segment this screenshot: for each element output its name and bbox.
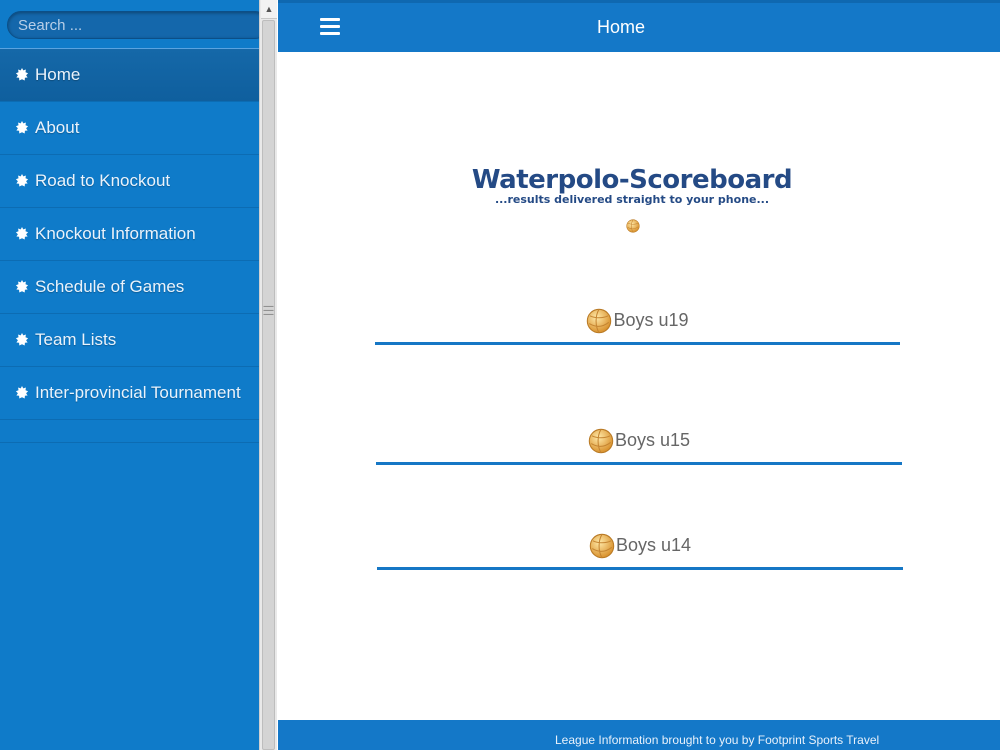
scroll-up-arrow-icon[interactable]: ▲ xyxy=(261,0,277,19)
brand-title: Waterpolo-Scoreboard xyxy=(471,165,793,195)
sidebar-item-about[interactable]: About xyxy=(0,102,259,155)
sidebar-item-team-lists[interactable]: Team Lists xyxy=(0,314,259,367)
category-label: Boys u15 xyxy=(376,425,902,455)
page-title: Home xyxy=(596,17,645,37)
sidebar-item-label: Knockout Information xyxy=(35,224,196,243)
sidebar-item-label: Team Lists xyxy=(35,330,117,349)
category-label: Boys u19 xyxy=(375,305,900,335)
bullet-icon xyxy=(15,280,29,293)
sidebar-item-label: Home xyxy=(35,65,81,84)
category-boys-u14[interactable]: Boys u14 xyxy=(377,530,903,570)
sidebar-item-home[interactable]: Home xyxy=(0,48,259,102)
sidebar-item-label: Schedule of Games xyxy=(35,277,185,296)
bullet-icon xyxy=(15,333,29,346)
category-label: Boys u14 xyxy=(377,530,903,560)
sidebar-item-label: About xyxy=(35,118,80,137)
sidebar-nav: Home About Road to Knockout Knockout Inf… xyxy=(0,48,259,420)
category-divider xyxy=(375,342,900,345)
category-boys-u15[interactable]: Boys u15 xyxy=(376,425,902,465)
category-text: Boys u14 xyxy=(615,535,692,555)
sidebar-panel: Home About Road to Knockout Knockout Inf… xyxy=(0,0,269,750)
sidebar-item-road-to-knockout[interactable]: Road to Knockout xyxy=(0,155,259,208)
top-header: Home xyxy=(278,0,1000,52)
bullet-icon xyxy=(15,227,29,240)
water-polo-ball-icon xyxy=(588,429,614,454)
category-divider xyxy=(377,567,903,570)
scroll-thumb[interactable]: — — — xyxy=(262,20,275,750)
sidebar-item-knockout-information[interactable]: Knockout Information xyxy=(0,208,259,261)
sidebar-item-label: Inter-provincial Tournament xyxy=(35,383,241,402)
grip-icon: — — — xyxy=(263,301,274,320)
sidebar-item-inter-provincial-tournament[interactable]: Inter-provincial Tournament xyxy=(0,367,259,420)
water-polo-ball-icon xyxy=(589,534,615,559)
search-input[interactable] xyxy=(7,11,269,39)
category-text: Boys u15 xyxy=(614,430,691,450)
sidebar-divider xyxy=(0,442,259,443)
sidebar-item-label: Road to Knockout xyxy=(35,171,171,190)
water-polo-ball-icon xyxy=(626,219,640,233)
footer-text: League Information brought to you by Foo… xyxy=(555,733,880,747)
water-polo-ball-icon xyxy=(587,309,612,334)
category-boys-u19[interactable]: Boys u19 xyxy=(375,305,900,345)
sidebar-item-schedule-of-games[interactable]: Schedule of Games xyxy=(0,261,259,314)
bullet-icon xyxy=(15,386,29,399)
brand-subtitle: ...results delivered straight to your ph… xyxy=(494,193,770,206)
bullet-icon xyxy=(15,121,29,134)
sidebar-scrollbar[interactable]: ▲ — — — xyxy=(259,0,277,750)
category-text: Boys u19 xyxy=(613,310,689,330)
bullet-icon xyxy=(15,174,29,187)
footer-bar: League Information brought to you by Foo… xyxy=(278,720,1000,750)
bullet-icon xyxy=(15,68,29,81)
main-content: Waterpolo-Scoreboard ...results delivere… xyxy=(278,52,1000,720)
category-divider xyxy=(376,462,902,465)
search-bar xyxy=(0,0,269,48)
